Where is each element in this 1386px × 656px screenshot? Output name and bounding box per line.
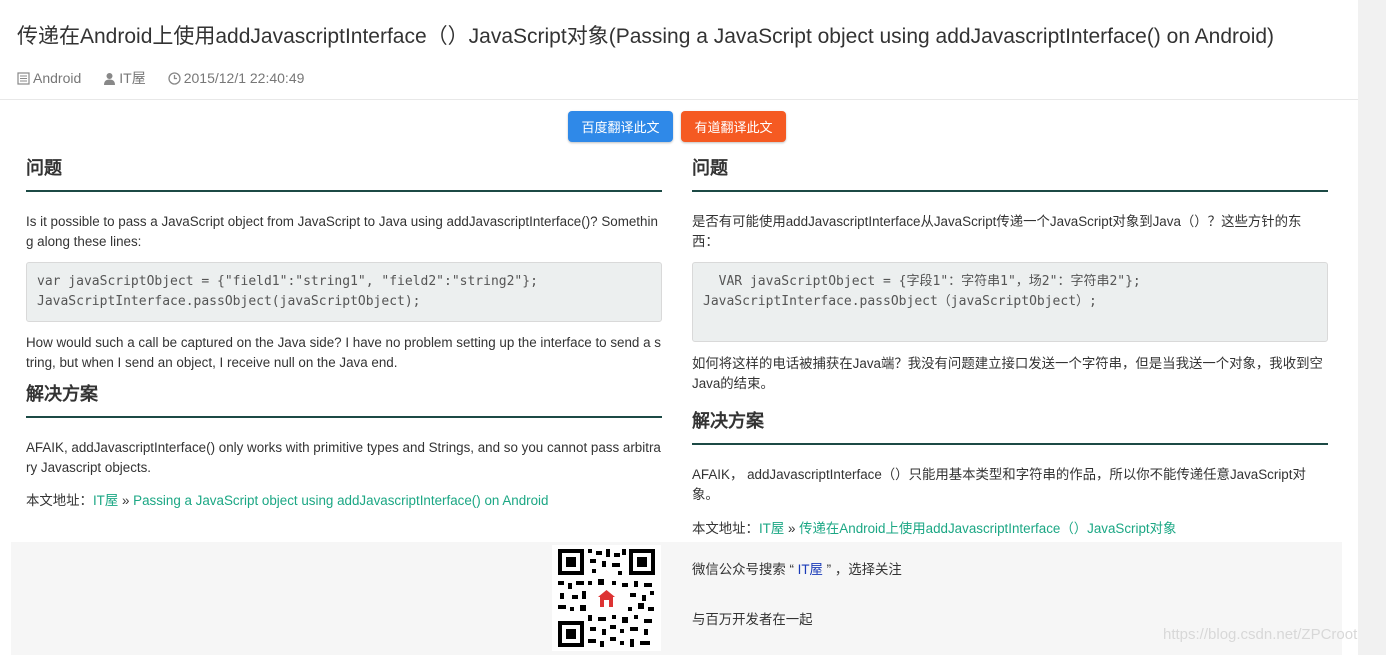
article-meta: Android IT屋 2015/12/1 22:40:49 xyxy=(17,68,304,88)
footer-slogan: 与百万开发者在一起 xyxy=(692,612,813,627)
meta-author-label: IT屋 xyxy=(119,70,146,86)
source-line-translated: 本文地址：IT屋 » 传递在Android上使用addJavascriptInt… xyxy=(692,517,1328,537)
source-article-link-translated[interactable]: 传递在Android上使用addJavascriptInterface（）Jav… xyxy=(799,521,1176,536)
source-site-link[interactable]: IT屋 xyxy=(93,493,118,508)
wechat-brand: IT屋 xyxy=(797,562,823,577)
baidu-translate-button[interactable]: 百度翻译此文 xyxy=(568,111,673,142)
wechat-suffix: ” ，选择关注 xyxy=(822,562,902,577)
question-paragraph-2-translated: 如何将这样的电话被捕获在Java端？我没有问题建立接口发送一个字符串，但是当我送… xyxy=(692,356,1323,391)
source-separator: » xyxy=(118,493,134,508)
question-paragraph-1: Is it possible to pass a JavaScript obje… xyxy=(26,214,658,249)
footer-banner xyxy=(11,542,1342,655)
youdao-translate-button[interactable]: 有道翻译此文 xyxy=(681,111,786,142)
source-line: 本文地址：IT屋 » Passing a JavaScript object u… xyxy=(26,489,662,509)
answer-paragraph: AFAIK, addJavascriptInterface() only wor… xyxy=(26,440,661,475)
clock-icon xyxy=(168,71,181,85)
source-site-link-translated[interactable]: IT屋 xyxy=(759,521,784,536)
original-column: 问题 Is it possible to pass a JavaScript o… xyxy=(26,150,662,509)
answer-paragraph-translated: AFAIK， addJavascriptInterface（）只能用基本类型和字… xyxy=(692,467,1306,502)
source-label: 本文地址： xyxy=(26,493,93,508)
translate-buttons: 百度翻译此文 有道翻译此文 xyxy=(568,111,786,142)
answer-heading: 解决方案 xyxy=(26,376,662,418)
question-paragraph-1-translated: 是否有可能使用addJavascriptInterface从JavaScript… xyxy=(692,214,1302,249)
page-title: 传递在Android上使用addJavascriptInterface（）Jav… xyxy=(17,25,1275,48)
source-label-translated: 本文地址： xyxy=(692,521,759,536)
meta-category[interactable]: Android xyxy=(17,68,81,88)
question-heading: 问题 xyxy=(26,150,662,192)
header-divider xyxy=(0,99,1358,100)
meta-datetime-label: 2015/12/1 22:40:49 xyxy=(183,70,305,86)
user-icon xyxy=(103,72,116,85)
source-article-link[interactable]: Passing a JavaScript object using addJav… xyxy=(133,493,548,508)
wechat-follow-text: 微信公众号搜索 “ IT屋 ” ，选择关注 xyxy=(692,558,902,578)
list-icon xyxy=(17,71,30,85)
meta-author[interactable]: IT屋 xyxy=(103,68,146,88)
meta-datetime: 2015/12/1 22:40:49 xyxy=(168,68,305,88)
watermark: https://blog.csdn.net/ZPCroot xyxy=(1163,626,1358,643)
qr-code-icon xyxy=(552,545,661,651)
meta-category-label: Android xyxy=(33,70,82,86)
question-paragraph-2: How would such a call be captured on the… xyxy=(26,335,661,370)
code-block: var javaScriptObject = {"field1":"string… xyxy=(26,262,662,322)
vertical-scrollbar[interactable] xyxy=(1358,0,1386,655)
translated-column: 问题 是否有可能使用addJavascriptInterface从JavaScr… xyxy=(692,150,1328,537)
answer-heading-translated: 解决方案 xyxy=(692,403,1328,445)
wechat-prefix: 微信公众号搜索 “ xyxy=(692,562,798,577)
code-block-translated: VAR javaScriptObject = {字段1"：字符串1"，场2"：字… xyxy=(692,262,1328,342)
question-heading-translated: 问题 xyxy=(692,150,1328,192)
source-separator-translated: » xyxy=(784,521,800,536)
